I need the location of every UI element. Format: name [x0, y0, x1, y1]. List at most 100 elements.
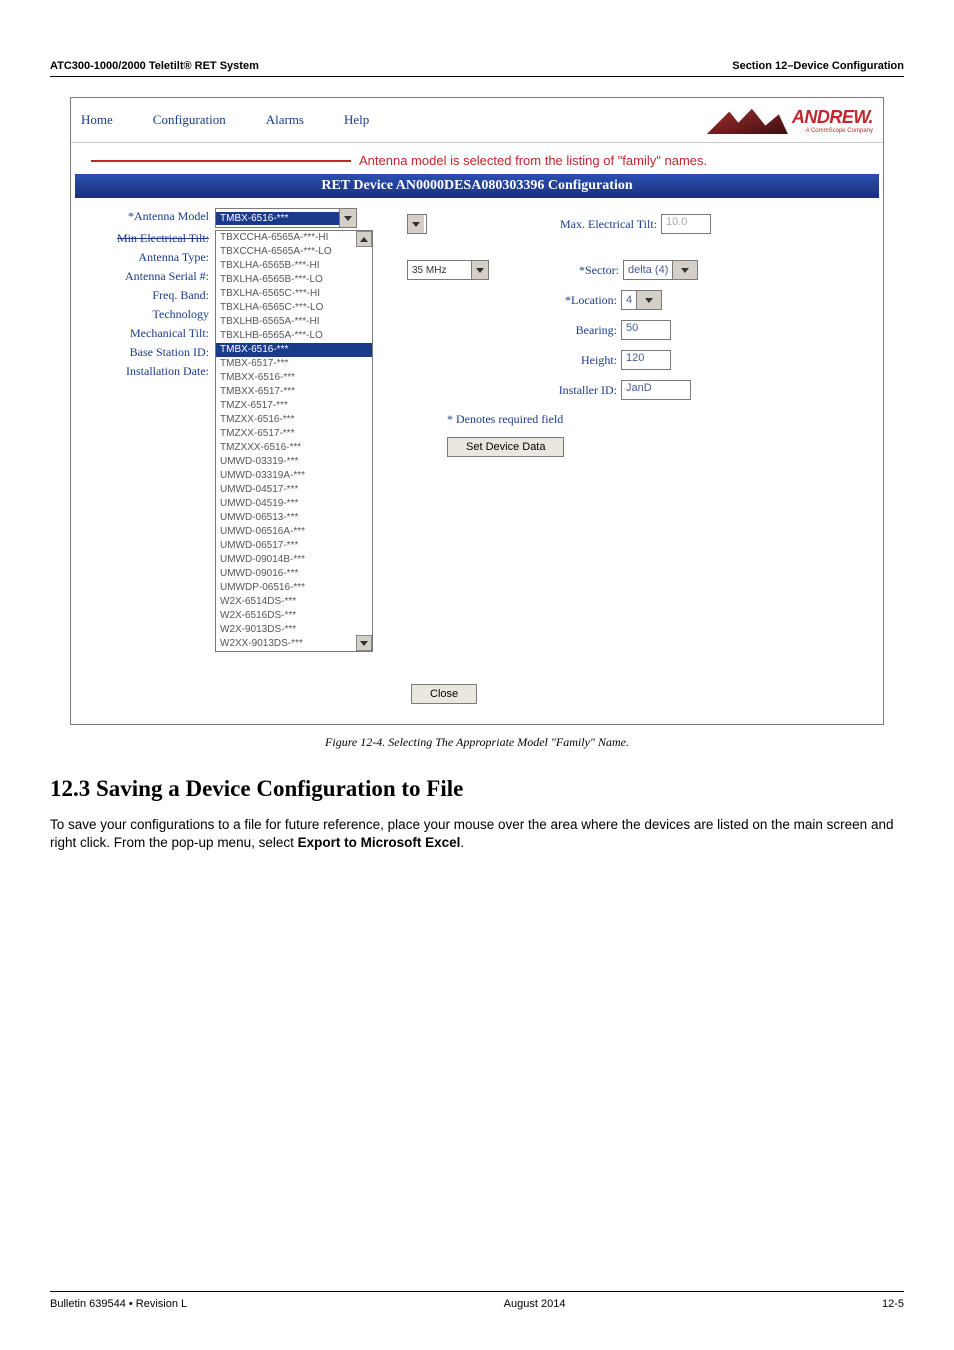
location-select[interactable]: 4 [621, 290, 662, 310]
label-height: Height: [407, 353, 617, 368]
label-technology: Technology [89, 306, 215, 322]
max-tilt-value: 10.0 [661, 214, 711, 234]
menu-home[interactable]: Home [81, 112, 113, 128]
dropdown-option[interactable]: W2X-9013DS-*** [216, 623, 372, 637]
mountain-icon [698, 106, 788, 134]
dropdown-option[interactable]: TMZX-6517-*** [216, 399, 372, 413]
scroll-up-icon[interactable] [356, 231, 372, 247]
dropdown-option[interactable]: TMBXX-6517-*** [216, 385, 372, 399]
installer-input[interactable]: JanD [621, 380, 691, 400]
menu-alarms[interactable]: Alarms [266, 112, 304, 128]
sector-value: delta (4) [624, 264, 672, 276]
bearing-input[interactable]: 50 [621, 320, 671, 340]
dropdown-option[interactable]: TBXCCHA-6565A-***-HI [216, 231, 372, 245]
location-value: 4 [622, 294, 636, 306]
dropdown-option[interactable]: UMWD-09014B-*** [216, 553, 372, 567]
label-min-tilt: Min Electrical Tilt: [89, 230, 215, 246]
chevron-down-icon[interactable] [672, 261, 697, 279]
footer-right: 12-5 [882, 1298, 904, 1310]
chevron-down-icon[interactable] [636, 291, 661, 309]
screenshot-container: Home Configuration Alarms Help ANDREW. A… [70, 97, 884, 725]
close-button[interactable]: Close [411, 684, 477, 704]
dropdown-option[interactable]: TMZXX-6516-*** [216, 413, 372, 427]
form-area: *Antenna Model TMBX-6516-*** Min Electri… [71, 198, 883, 668]
header-left: ATC300-1000/2000 Teletilt® RET System [50, 60, 259, 72]
section-heading: 12.3 Saving a Device Configuration to Fi… [50, 776, 904, 802]
figure-caption: Figure 12-4. Selecting The Appropriate M… [50, 735, 904, 750]
label-max-tilt: Max. Electrical Tilt: [517, 217, 657, 232]
label-installer: Installer ID: [407, 383, 617, 398]
height-input[interactable]: 120 [621, 350, 671, 370]
label-mech-tilt: Mechanical Tilt: [89, 325, 215, 341]
menu-configuration[interactable]: Configuration [153, 112, 226, 128]
label-location: *Location: [407, 293, 617, 308]
page-footer: Bulletin 639544 • Revision L August 2014… [50, 1291, 904, 1310]
sector-select[interactable]: delta (4) [623, 260, 698, 280]
dropdown-option[interactable]: UMWD-04519-*** [216, 497, 372, 511]
annotation-text: Antenna model is selected from the listi… [359, 153, 707, 168]
config-title-bar: RET Device AN0000DESA080303396 Configura… [75, 174, 879, 198]
antenna-model-dropdown[interactable]: TMBX-6516-*** [215, 208, 357, 228]
menu-bar: Home Configuration Alarms Help ANDREW. A… [71, 98, 883, 143]
dropdown-option[interactable]: TBXLHB-6565A-***-HI [216, 315, 372, 329]
scroll-down-icon[interactable] [356, 635, 372, 651]
footer-center: August 2014 [504, 1298, 566, 1310]
dropdown-option[interactable]: TBXLHB-6565A-***-LO [216, 329, 372, 343]
chevron-down-icon[interactable] [339, 209, 356, 227]
label-antenna-model: *Antenna Model [89, 208, 215, 224]
dropdown-option[interactable]: UMWDP-06516-*** [216, 581, 372, 595]
freq-value: 35 MHz [408, 265, 471, 276]
body-bold: Export to Microsoft Excel [298, 835, 461, 850]
dropdown-option[interactable]: TMBXX-6516-*** [216, 371, 372, 385]
dropdown-option[interactable]: TBXLHA-6565C-***-HI [216, 287, 372, 301]
dropdown-option[interactable]: TBXLHA-6565B-***-LO [216, 273, 372, 287]
label-antenna-type: Antenna Type: [89, 249, 215, 265]
left-column: *Antenna Model TMBX-6516-*** Min Electri… [89, 208, 399, 652]
chevron-down-icon[interactable] [471, 261, 488, 279]
dropdown-option[interactable]: UMWD-06516A-*** [216, 525, 372, 539]
freq-dropdown[interactable]: 35 MHz [407, 260, 489, 280]
dropdown-option[interactable]: TMBX-6517-*** [216, 357, 372, 371]
dropdown-option[interactable]: UMWD-06513-*** [216, 511, 372, 525]
andrew-logo: ANDREW. A CommScope Company [698, 106, 873, 134]
dropdown-option[interactable]: TBXCCHA-6565A-***-LO [216, 245, 372, 259]
annotation-row: Antenna model is selected from the listi… [71, 143, 883, 174]
dropdown-option[interactable]: W2X-6516DS-*** [216, 609, 372, 623]
label-freq-band: Freq. Band: [89, 287, 215, 303]
dropdown-option[interactable]: UMWD-09016-*** [216, 567, 372, 581]
dropdown-option[interactable]: UMWD-03319A-*** [216, 469, 372, 483]
label-sector: *Sector: [519, 263, 619, 278]
antenna-model-option-list[interactable]: TBXCCHA-6565A-***-HITBXCCHA-6565A-***-LO… [215, 230, 373, 652]
small-dropdown-1[interactable] [407, 214, 427, 234]
header-right: Section 12–Device Configuration [732, 60, 904, 72]
label-install-date: Installation Date: [89, 363, 215, 379]
dropdown-option[interactable]: TMZXX-6517-*** [216, 427, 372, 441]
label-base-station: Base Station ID: [89, 344, 215, 360]
dropdown-option[interactable]: TMBX-6516-*** [216, 343, 372, 357]
dropdown-option[interactable]: TBXLHA-6565B-***-HI [216, 259, 372, 273]
right-column: Max. Electrical Tilt: 10.0 35 MHz *Secto… [407, 208, 865, 652]
chevron-down-icon[interactable] [408, 215, 424, 233]
body-text: To save your configurations to a file fo… [50, 817, 893, 850]
footer-left: Bulletin 639544 • Revision L [50, 1298, 187, 1310]
antenna-model-value: TMBX-6516-*** [216, 212, 339, 225]
dropdown-option[interactable]: W2X-6514DS-*** [216, 595, 372, 609]
close-row: Close [71, 668, 883, 724]
body-tail: . [460, 835, 464, 850]
page-header: ATC300-1000/2000 Teletilt® RET System Se… [50, 60, 904, 77]
annotation-line [91, 160, 351, 162]
logo-text: ANDREW. [792, 107, 873, 128]
body-paragraph: To save your configurations to a file fo… [50, 816, 904, 852]
dropdown-option[interactable]: UMWD-04517-*** [216, 483, 372, 497]
menu-help[interactable]: Help [344, 112, 369, 128]
label-bearing: Bearing: [407, 323, 617, 338]
logo-subtext: A CommScope Company [792, 128, 873, 134]
denotes-required: * Denotes required field [447, 412, 865, 427]
dropdown-option[interactable]: UMWD-03319-*** [216, 455, 372, 469]
dropdown-option[interactable]: W2XX-9013DS-*** [216, 637, 372, 651]
dropdown-option[interactable]: UMWD-06517-*** [216, 539, 372, 553]
set-device-data-button[interactable]: Set Device Data [447, 437, 564, 457]
dropdown-option[interactable]: TBXLHA-6565C-***-LO [216, 301, 372, 315]
label-antenna-serial: Antenna Serial #: [89, 268, 215, 284]
dropdown-option[interactable]: TMZXXX-6516-*** [216, 441, 372, 455]
